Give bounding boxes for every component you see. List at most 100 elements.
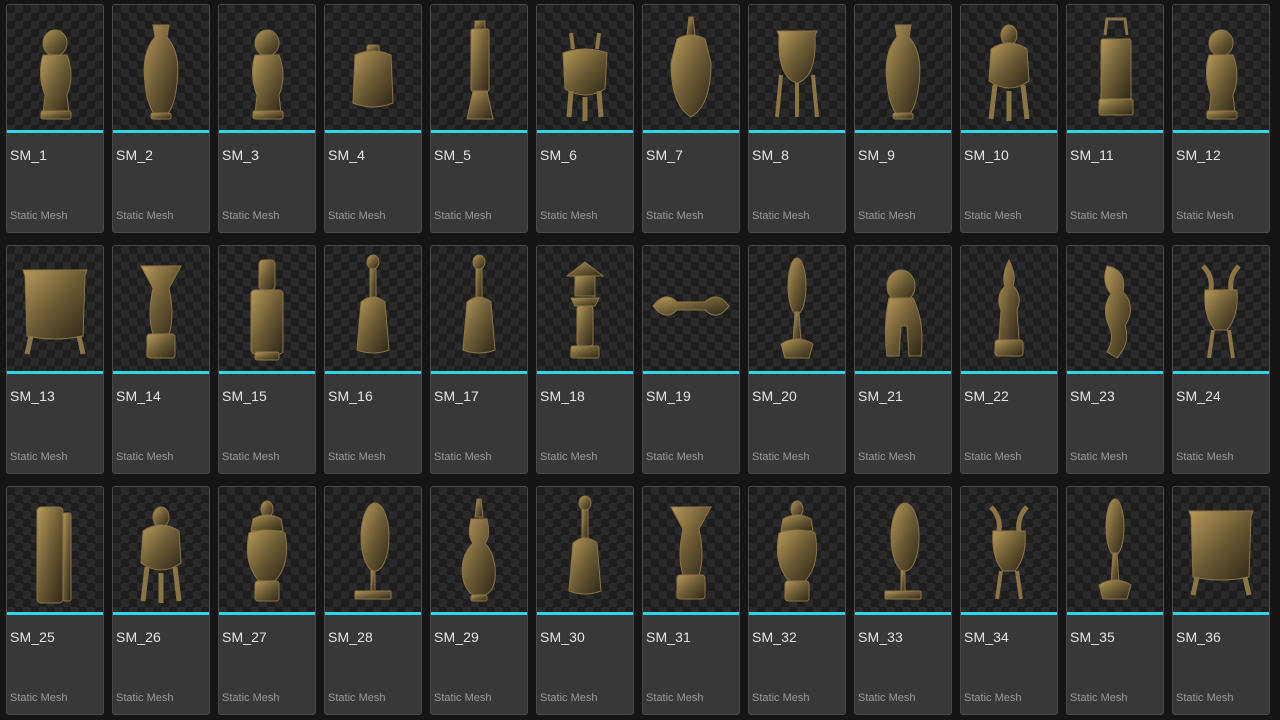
asset-type-color-bar — [325, 371, 421, 374]
asset-tile[interactable]: SM_18 Static Mesh — [536, 245, 634, 474]
stele-icon — [7, 487, 103, 612]
asset-tile[interactable]: SM_12 Static Mesh — [1172, 4, 1270, 233]
asset-name-label: SM_18 — [540, 388, 585, 404]
asset-type-color-bar — [1173, 371, 1269, 374]
asset-name-label: SM_36 — [1176, 629, 1221, 645]
asset-name-label: SM_22 — [964, 388, 1009, 404]
asset-name-label: SM_28 — [328, 629, 373, 645]
asset-type-color-bar — [961, 130, 1057, 133]
asset-tile[interactable]: SM_25 Static Mesh — [6, 486, 104, 715]
asset-tile[interactable]: SM_27 Static Mesh — [218, 486, 316, 715]
asset-type-label: Static Mesh — [116, 210, 174, 222]
bell-icon — [325, 246, 421, 371]
asset-tile[interactable]: SM_26 Static Mesh — [112, 486, 210, 715]
asset-tile[interactable]: SM_11 Static Mesh — [1066, 4, 1164, 233]
asset-type-color-bar — [855, 371, 951, 374]
asset-name-label: SM_9 — [858, 147, 895, 163]
asset-tile[interactable]: SM_33 Static Mesh — [854, 486, 952, 715]
asset-type-label: Static Mesh — [858, 210, 916, 222]
asset-tile[interactable]: SM_10 Static Mesh — [960, 4, 1058, 233]
asset-tile[interactable]: SM_1 Static Mesh — [6, 4, 104, 233]
asset-type-label: Static Mesh — [116, 451, 174, 463]
asset-tile[interactable]: SM_36 Static Mesh — [1172, 486, 1270, 715]
asset-tile[interactable]: SM_29 Static Mesh — [430, 486, 528, 715]
asset-tile[interactable]: SM_20 Static Mesh — [748, 245, 846, 474]
asset-type-label: Static Mesh — [222, 692, 280, 704]
asset-tile[interactable]: SM_4 Static Mesh — [324, 4, 422, 233]
asset-tile[interactable]: SM_16 Static Mesh — [324, 245, 422, 474]
asset-type-color-bar — [1173, 130, 1269, 133]
bell-icon — [431, 246, 527, 371]
asset-type-color-bar — [7, 612, 103, 615]
asset-tile[interactable]: SM_9 Static Mesh — [854, 4, 952, 233]
asset-tile[interactable]: SM_7 Static Mesh — [642, 4, 740, 233]
asset-type-label: Static Mesh — [1070, 692, 1128, 704]
asset-tile[interactable]: SM_24 Static Mesh — [1172, 245, 1270, 474]
asset-type-color-bar — [855, 612, 951, 615]
asset-type-color-bar — [643, 612, 739, 615]
figurine-icon — [219, 5, 315, 130]
asset-tile[interactable]: SM_34 Static Mesh — [960, 486, 1058, 715]
asset-tile[interactable]: SM_19 Static Mesh — [642, 245, 740, 474]
asset-tile[interactable]: SM_5 Static Mesh — [430, 4, 528, 233]
horned-vessel-icon — [1173, 246, 1269, 371]
asset-type-color-bar — [749, 130, 845, 133]
asset-tile[interactable]: SM_31 Static Mesh — [642, 486, 740, 715]
asset-name-label: SM_4 — [328, 147, 365, 163]
asset-name-label: SM_8 — [752, 147, 789, 163]
asset-type-label: Static Mesh — [858, 692, 916, 704]
asset-name-label: SM_17 — [434, 388, 479, 404]
asset-name-label: SM_10 — [964, 147, 1009, 163]
asset-tile[interactable]: SM_22 Static Mesh — [960, 245, 1058, 474]
asset-type-label: Static Mesh — [646, 451, 704, 463]
stump-jar-icon — [325, 5, 421, 130]
horned-vessel-icon — [961, 487, 1057, 612]
asset-type-label: Static Mesh — [964, 692, 1022, 704]
bell-icon — [537, 487, 633, 612]
asset-tile[interactable]: SM_2 Static Mesh — [112, 4, 210, 233]
asset-tile[interactable]: SM_6 Static Mesh — [536, 4, 634, 233]
asset-tile[interactable]: SM_23 Static Mesh — [1066, 245, 1164, 474]
asset-tile[interactable]: SM_32 Static Mesh — [748, 486, 846, 715]
mirror-stand-icon — [1067, 487, 1163, 612]
asset-type-color-bar — [643, 371, 739, 374]
asset-name-label: SM_14 — [116, 388, 161, 404]
asset-type-label: Static Mesh — [10, 210, 68, 222]
asset-type-label: Static Mesh — [434, 210, 492, 222]
asset-tile[interactable]: SM_8 Static Mesh — [748, 4, 846, 233]
asset-tile[interactable]: SM_28 Static Mesh — [324, 486, 422, 715]
asset-type-label: Static Mesh — [328, 451, 386, 463]
asset-type-color-bar — [219, 371, 315, 374]
asset-type-label: Static Mesh — [10, 692, 68, 704]
asset-name-label: SM_24 — [1176, 388, 1221, 404]
asset-type-color-bar — [1067, 612, 1163, 615]
asset-tile[interactable]: SM_15 Static Mesh — [218, 245, 316, 474]
asset-tile[interactable]: SM_3 Static Mesh — [218, 4, 316, 233]
ewer-icon — [431, 487, 527, 612]
asset-type-label: Static Mesh — [540, 451, 598, 463]
asset-name-label: SM_32 — [752, 629, 797, 645]
asset-name-label: SM_2 — [116, 147, 153, 163]
round-pot-icon — [7, 246, 103, 371]
asset-type-color-bar — [1067, 130, 1163, 133]
asset-type-color-bar — [537, 130, 633, 133]
asset-name-label: SM_7 — [646, 147, 683, 163]
asset-type-label: Static Mesh — [1070, 210, 1128, 222]
asset-type-color-bar — [113, 371, 209, 374]
tripod-cauldron-icon — [749, 5, 845, 130]
asset-type-label: Static Mesh — [752, 451, 810, 463]
asset-tile[interactable]: SM_14 Static Mesh — [112, 245, 210, 474]
asset-name-label: SM_16 — [328, 388, 373, 404]
asset-type-color-bar — [431, 130, 527, 133]
asset-type-color-bar — [537, 371, 633, 374]
asset-type-color-bar — [7, 371, 103, 374]
asset-tile[interactable]: SM_17 Static Mesh — [430, 245, 528, 474]
asset-name-label: SM_1 — [10, 147, 47, 163]
asset-tile[interactable]: SM_35 Static Mesh — [1066, 486, 1164, 715]
asset-name-label: SM_6 — [540, 147, 577, 163]
asset-type-label: Static Mesh — [540, 692, 598, 704]
asset-tile[interactable]: SM_13 Static Mesh — [6, 245, 104, 474]
asset-type-color-bar — [219, 612, 315, 615]
asset-tile[interactable]: SM_21 Static Mesh — [854, 245, 952, 474]
asset-tile[interactable]: SM_30 Static Mesh — [536, 486, 634, 715]
